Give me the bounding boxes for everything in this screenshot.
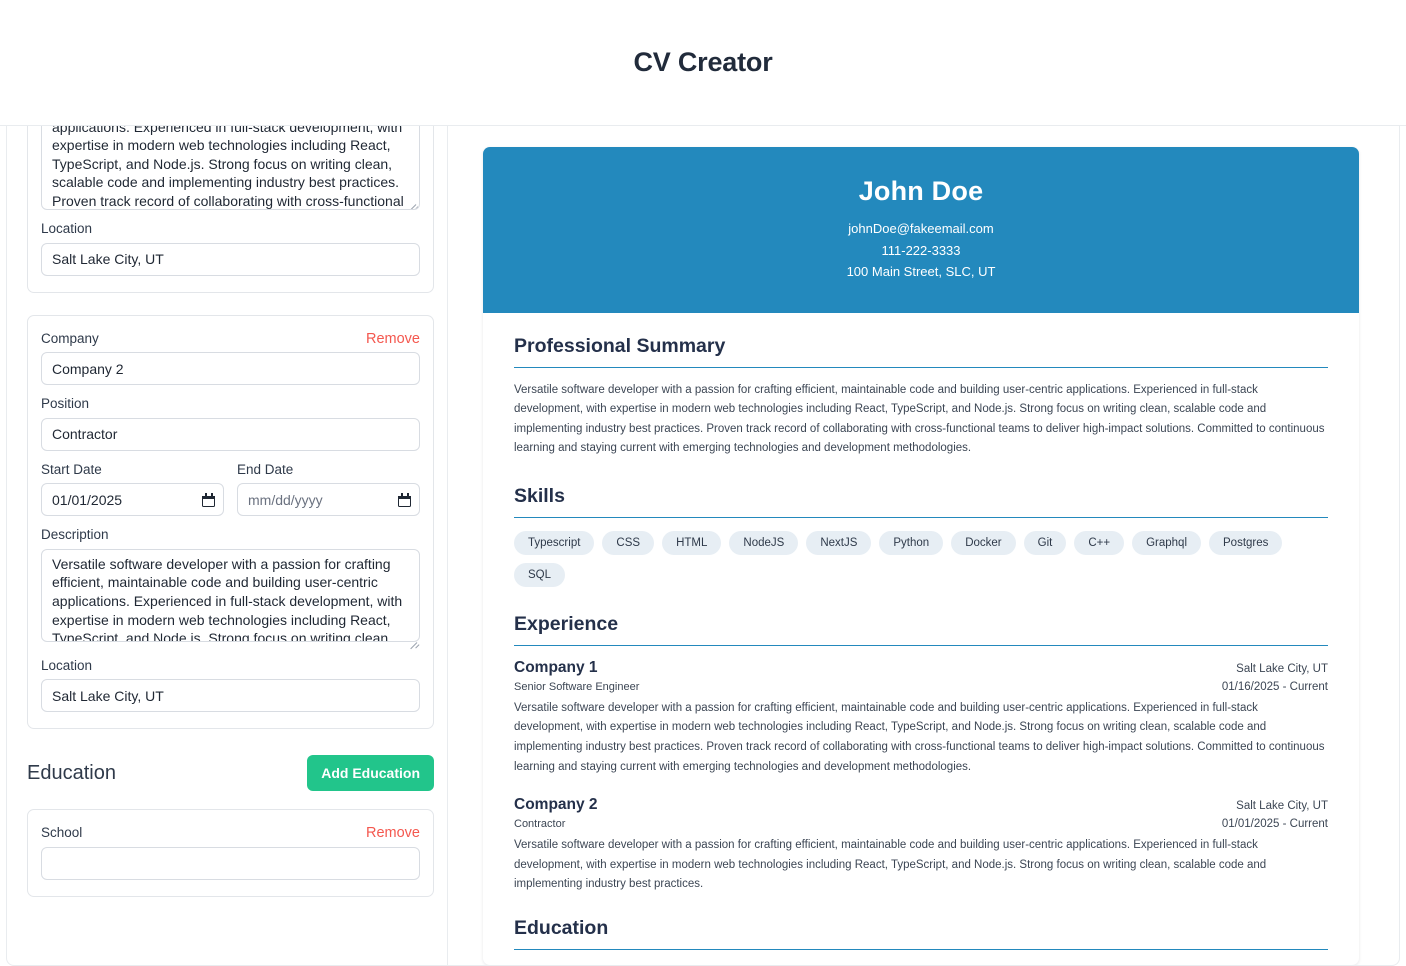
skill-pill: Postgres bbox=[1209, 530, 1283, 555]
description-label: Description bbox=[41, 527, 109, 543]
skill-pill: NodeJS bbox=[729, 530, 799, 555]
cv-skills-heading: Skills bbox=[514, 485, 1328, 518]
cv-email: johnDoe@fakeemail.com bbox=[848, 221, 994, 236]
cv-address: 100 Main Street, SLC, UT bbox=[846, 264, 996, 279]
cv-experience-description: Versatile software developer with a pass… bbox=[514, 839, 1267, 891]
skill-pill: Git bbox=[1023, 530, 1067, 555]
cv-document: John Doe johnDoe@fakeemail.com 111-222-3… bbox=[483, 147, 1359, 965]
school-label: School bbox=[41, 825, 83, 841]
skill-pill: Graphql bbox=[1132, 530, 1202, 555]
education-entry-card-1: School Remove bbox=[27, 809, 434, 897]
app-shell: Start Date End Date bbox=[6, 126, 1400, 966]
position-label: Position bbox=[41, 396, 90, 412]
location-label: Location bbox=[41, 221, 93, 237]
cv-experience-description: Versatile software developer with a pass… bbox=[514, 701, 1325, 773]
cv-experience-location: Salt Lake City, UT bbox=[1236, 662, 1328, 675]
cv-body: Professional Summary Versatile software … bbox=[483, 313, 1359, 951]
skill-pill: C++ bbox=[1074, 530, 1125, 555]
cv-summary-text: Versatile software developer with a pass… bbox=[514, 383, 1325, 455]
skill-pill: NextJS bbox=[806, 530, 872, 555]
cv-experience-item: Company 1 Salt Lake City, UT Senior Soft… bbox=[514, 659, 1328, 777]
cv-experience-company: Company 1 bbox=[514, 658, 598, 676]
cv-education-heading: Education bbox=[514, 917, 1328, 951]
location-field-2: Location bbox=[41, 657, 420, 713]
cv-experience-position: Senior Software Engineer bbox=[514, 680, 640, 693]
cv-phone: 111-222-3333 bbox=[881, 242, 961, 258]
remove-experience-button-2[interactable]: Remove bbox=[366, 331, 420, 347]
start-date-field-2: Start Date bbox=[41, 461, 224, 517]
company-label: Company bbox=[41, 330, 99, 346]
cv-experience-location: Salt Lake City, UT bbox=[1236, 800, 1328, 813]
cv-contact-block: johnDoe@fakeemail.com 111-222-3333 100 M… bbox=[503, 218, 1339, 283]
education-section-title: Education bbox=[27, 761, 116, 784]
date-row-2: Start Date End Date bbox=[41, 461, 420, 527]
description-textarea-2[interactable] bbox=[41, 548, 420, 642]
cv-experience-dates: 01/16/2025 - Current bbox=[1221, 680, 1328, 693]
description-text-1: efficient, maintainable code and buildin… bbox=[52, 126, 404, 210]
school-field-1: School Remove bbox=[41, 824, 420, 880]
cv-skills-list: Typescript CSS HTML NodeJS NextJS Python… bbox=[514, 530, 1328, 587]
skill-pill: Docker bbox=[951, 530, 1016, 555]
description-field-2: Description bbox=[41, 526, 420, 650]
description-field-1: Description efficient, maintainable code… bbox=[41, 126, 420, 211]
location-input-2[interactable] bbox=[41, 679, 420, 713]
position-field-2: Position bbox=[41, 395, 420, 451]
location-label: Location bbox=[41, 657, 93, 673]
skill-pill: SQL bbox=[514, 562, 566, 587]
page-title: CV Creator bbox=[633, 47, 773, 77]
location-input-1[interactable] bbox=[41, 242, 420, 276]
remove-education-button-1[interactable]: Remove bbox=[366, 825, 420, 841]
skill-pill: Python bbox=[879, 530, 944, 555]
cv-experience-dates: 01/01/2025 - Current bbox=[1221, 818, 1328, 831]
cv-summary-heading: Professional Summary bbox=[514, 335, 1328, 368]
experience-entry-card-2: Company Remove Position Start Date bbox=[27, 314, 434, 730]
add-education-button[interactable]: Add Education bbox=[307, 755, 434, 792]
skill-pill: CSS bbox=[602, 530, 655, 555]
location-field-1: Location bbox=[41, 220, 420, 276]
skill-pill: Typescript bbox=[514, 530, 595, 555]
description-textarea-1[interactable]: efficient, maintainable code and buildin… bbox=[41, 126, 420, 211]
position-input-2[interactable] bbox=[41, 417, 420, 451]
app-header: CV Creator bbox=[0, 0, 1406, 126]
editor-pane[interactable]: Start Date End Date bbox=[7, 126, 448, 965]
end-date-input-2[interactable] bbox=[237, 483, 420, 517]
company-input-2[interactable] bbox=[41, 352, 420, 386]
end-date-label: End Date bbox=[237, 461, 294, 477]
experience-entry-card-1: Start Date End Date bbox=[27, 126, 434, 293]
end-date-field-2: End Date bbox=[237, 461, 420, 517]
company-field-2: Company Remove bbox=[41, 330, 420, 386]
start-date-input-2[interactable] bbox=[41, 483, 224, 517]
skill-pill: HTML bbox=[662, 530, 722, 555]
cv-experience-item: Company 2 Salt Lake City, UT Contractor … bbox=[514, 796, 1328, 895]
cv-name: John Doe bbox=[858, 176, 984, 206]
cv-experience-position: Contractor bbox=[514, 818, 566, 831]
cv-banner: John Doe johnDoe@fakeemail.com 111-222-3… bbox=[483, 147, 1359, 313]
cv-preview-pane: John Doe johnDoe@fakeemail.com 111-222-3… bbox=[448, 126, 1399, 965]
school-input-1[interactable] bbox=[41, 846, 420, 880]
cv-experience-company: Company 2 bbox=[514, 796, 598, 814]
start-date-label: Start Date bbox=[41, 461, 102, 477]
education-section-header: Education Add Education bbox=[27, 755, 434, 792]
cv-experience-heading: Experience bbox=[514, 613, 1328, 646]
